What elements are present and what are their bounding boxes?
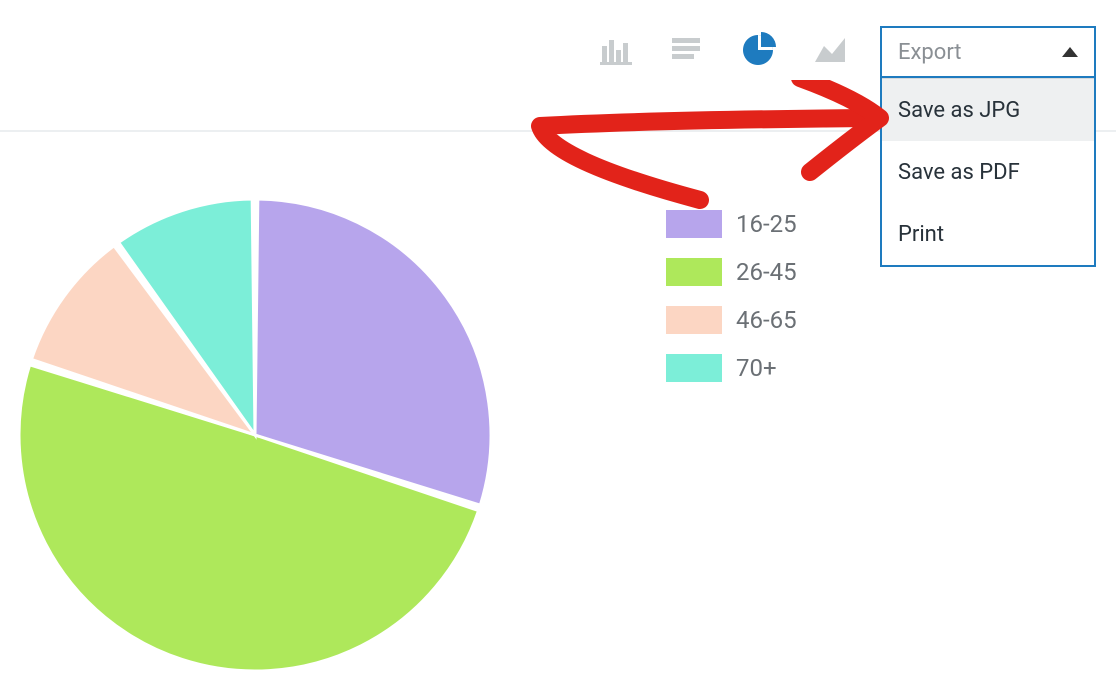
legend-swatch — [666, 306, 722, 334]
legend-item: 26-45 — [666, 258, 797, 286]
chart-toolbar: Export Save as JPG Save as PDF Print — [0, 22, 1116, 82]
export-menu: Save as JPG Save as PDF Print — [880, 78, 1096, 267]
legend-swatch — [666, 210, 722, 238]
bar-chart-icon — [596, 32, 632, 72]
legend-swatch — [666, 258, 722, 286]
legend-label: 70+ — [736, 354, 777, 382]
chart-legend: 16-25 26-45 46-65 70+ — [666, 210, 797, 382]
export-item-label: Save as PDF — [898, 160, 1020, 185]
export-button[interactable]: Export — [880, 26, 1096, 78]
caret-up-icon — [1062, 47, 1078, 57]
chart-type-pie[interactable] — [736, 30, 780, 74]
export-button-label: Export — [898, 40, 962, 65]
export-save-pdf[interactable]: Save as PDF — [882, 141, 1094, 203]
export-item-label: Save as JPG — [898, 98, 1020, 123]
export-print[interactable]: Print — [882, 203, 1094, 265]
legend-swatch — [666, 354, 722, 382]
chart-type-bar[interactable] — [592, 30, 636, 74]
legend-label: 26-45 — [736, 258, 797, 286]
legend-item: 16-25 — [666, 210, 797, 238]
legend-item: 46-65 — [666, 306, 797, 334]
chart-type-area[interactable] — [808, 30, 852, 74]
pie-chart-icon — [740, 32, 776, 72]
pie-chart — [16, 196, 494, 674]
export-save-jpg[interactable]: Save as JPG — [882, 79, 1094, 141]
legend-label: 16-25 — [736, 210, 797, 238]
export-item-label: Print — [898, 222, 944, 247]
area-chart-icon — [812, 32, 848, 72]
export-dropdown: Export Save as JPG Save as PDF Print — [880, 26, 1096, 78]
list-icon — [668, 32, 704, 72]
legend-label: 46-65 — [736, 306, 797, 334]
chart-type-list[interactable] — [664, 30, 708, 74]
legend-item: 70+ — [666, 354, 797, 382]
